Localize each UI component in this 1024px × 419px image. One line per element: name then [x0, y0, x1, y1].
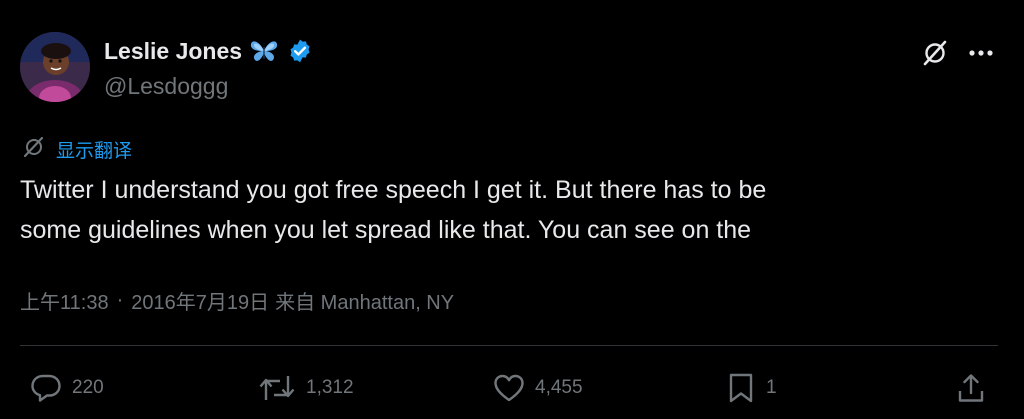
divider — [20, 345, 998, 346]
like-button[interactable]: 4,455 — [493, 371, 583, 405]
author-name-row: Leslie Jones — [104, 34, 314, 68]
avatar[interactable] — [20, 32, 90, 102]
show-translation-label: 显示翻译 — [56, 140, 133, 162]
reply-count: 220 — [72, 377, 104, 398]
author-name[interactable]: Leslie Jones — [104, 38, 242, 65]
show-translation-button[interactable]: 显示翻译 — [22, 136, 132, 162]
verified-badge-icon — [286, 37, 314, 65]
retweet-count: 1,312 — [306, 377, 354, 398]
tweet-text: Twitter I understand you got free speech… — [20, 170, 980, 250]
author-handle[interactable]: @Lesdoggg — [104, 73, 228, 100]
tweet-text-line: some guidelines when you let spread like… — [20, 216, 752, 244]
retweet-icon — [258, 373, 296, 403]
grok-icon[interactable] — [918, 36, 952, 70]
meta-separator: · — [116, 288, 124, 311]
tweet-location[interactable]: 来自 Manhattan, NY — [275, 286, 454, 315]
tweet-date[interactable]: 2016年7月19日 — [131, 286, 269, 315]
reply-button[interactable]: 220 — [30, 371, 104, 405]
grok-icon — [22, 135, 46, 164]
share-button[interactable] — [956, 371, 986, 405]
tweet-meta: 上午11:38 · 2016年7月19日 来自 Manhattan, NY — [20, 286, 454, 314]
like-count: 4,455 — [535, 377, 583, 398]
more-icon[interactable] — [964, 36, 998, 70]
heart-icon — [493, 373, 525, 403]
share-icon — [956, 372, 986, 404]
tweet-text-line: Twitter I understand you got free speech… — [20, 176, 767, 204]
tweet-time[interactable]: 上午11:38 — [20, 286, 109, 315]
retweet-button[interactable]: 1,312 — [258, 371, 354, 405]
bookmark-count: 1 — [766, 377, 777, 398]
bookmark-button[interactable]: 1 — [726, 371, 777, 405]
butterfly-icon — [250, 37, 278, 65]
bookmark-icon — [726, 372, 756, 404]
reply-icon — [30, 373, 62, 403]
